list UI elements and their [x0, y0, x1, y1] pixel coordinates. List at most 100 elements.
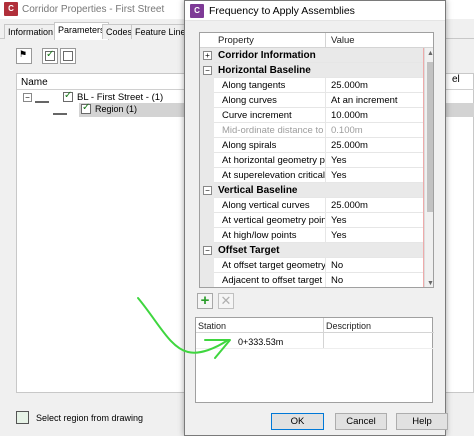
expand-plus-icon[interactable]: +	[203, 51, 212, 60]
property-row[interactable]: At superelevation critical Yes	[200, 168, 424, 183]
property-value[interactable]: No	[331, 260, 343, 271]
scroll-thumb[interactable]	[427, 62, 433, 212]
property-label: Along vertical curves	[222, 200, 310, 211]
category-row[interactable]: + Corridor Information	[200, 48, 424, 63]
ok-button[interactable]: OK	[271, 413, 324, 430]
baseline-icon	[35, 92, 49, 103]
check-all-button[interactable]	[42, 48, 58, 64]
column-divider	[325, 78, 326, 93]
header-description[interactable]: Description	[326, 321, 371, 331]
property-label: At vertical geometry points	[222, 215, 325, 226]
table-row[interactable]: 0+333.53m	[196, 335, 434, 349]
property-value[interactable]: At an increment	[331, 95, 398, 106]
station-value: 0+333.53m	[238, 337, 284, 347]
select-region-icon[interactable]	[16, 411, 29, 424]
property-value[interactable]: Yes	[331, 215, 347, 226]
filter-icon: ⚑	[19, 49, 28, 59]
property-row[interactable]: Along curves At an increment	[200, 93, 424, 108]
property-value[interactable]: 25.000m	[331, 140, 368, 151]
category-row[interactable]: − Vertical Baseline	[200, 183, 424, 198]
add-station-button[interactable]: +	[197, 293, 213, 309]
dialog-titlebar: C Frequency to Apply Assemblies	[185, 1, 445, 21]
row-gutter	[200, 108, 214, 123]
category-row[interactable]: − Horizontal Baseline	[200, 63, 424, 78]
property-value[interactable]: No	[331, 275, 343, 286]
property-value[interactable]: 25.000m	[331, 200, 368, 211]
checkbox-icon	[45, 49, 55, 61]
column-divider	[325, 138, 326, 153]
property-row[interactable]: At vertical geometry points Yes	[200, 213, 424, 228]
scroll-down-icon[interactable]: ▼	[427, 280, 433, 287]
property-value[interactable]: Yes	[331, 170, 347, 181]
header-value[interactable]: Value	[331, 35, 355, 46]
property-label: Mid-ordinate distance to	[222, 125, 324, 136]
collapse-minus-icon[interactable]: −	[203, 66, 212, 75]
column-divider	[325, 198, 326, 213]
frequency-dialog: C Frequency to Apply Assemblies Property…	[184, 0, 448, 436]
row-gutter	[200, 258, 214, 273]
column-divider	[325, 93, 326, 108]
grid-header: Property Value	[200, 33, 433, 48]
category-label: Corridor Information	[218, 50, 316, 61]
delete-station-button[interactable]: ✕	[218, 293, 234, 309]
app-icon: C	[4, 2, 18, 16]
tab-information[interactable]: Information	[4, 24, 58, 39]
row-gutter	[200, 153, 214, 168]
column-divider	[325, 258, 326, 273]
cancel-button[interactable]: Cancel	[335, 413, 387, 430]
property-row[interactable]: Along spirals 25.000m	[200, 138, 424, 153]
scroll-up-icon[interactable]: ▲	[427, 50, 433, 57]
empty-checkbox-icon	[63, 51, 73, 61]
property-label: At superelevation critical	[222, 170, 325, 181]
row-gutter	[200, 228, 214, 243]
status-text: Select region from drawing	[36, 413, 144, 423]
property-label: Along tangents	[222, 80, 286, 91]
row-gutter	[200, 93, 214, 108]
uncheck-all-button[interactable]	[60, 48, 76, 64]
collapse-minus-icon[interactable]: −	[203, 246, 212, 255]
collapse-minus-icon[interactable]: −	[203, 186, 212, 195]
column-divider	[325, 273, 326, 287]
property-value[interactable]: 10.000m	[331, 110, 368, 121]
column-divider	[325, 168, 326, 183]
property-row[interactable]: Mid-ordinate distance to 0.100m	[200, 123, 424, 138]
header-divider[interactable]	[325, 33, 326, 48]
property-row[interactable]: At offset target geometry No	[200, 258, 424, 273]
baseline-checkbox[interactable]	[63, 90, 73, 102]
row-gutter	[200, 168, 214, 183]
property-label: At high/low points	[222, 230, 297, 241]
add-icon: +	[200, 292, 210, 309]
header-property[interactable]: Property	[218, 35, 254, 46]
row-gutter	[200, 198, 214, 213]
region-checkbox[interactable]	[81, 102, 91, 114]
collapse-minus-icon[interactable]: −	[23, 93, 32, 102]
property-row[interactable]: Curve increment 10.000m	[200, 108, 424, 123]
column-divider	[325, 213, 326, 228]
property-label: At offset target geometry	[222, 260, 325, 271]
tab-parameters[interactable]: Parameters	[54, 22, 109, 40]
help-button[interactable]: Help	[396, 413, 448, 430]
column-divider	[325, 123, 326, 138]
property-row[interactable]: Along tangents 25.000m	[200, 78, 424, 93]
category-row[interactable]: − Offset Target	[200, 243, 424, 258]
property-row[interactable]: Adjacent to offset target No	[200, 273, 424, 287]
region-icon	[53, 105, 67, 115]
grid-scrollbar[interactable]: ▲ ▼	[424, 48, 433, 287]
property-row[interactable]: At horizontal geometry p Yes	[200, 153, 424, 168]
property-value[interactable]: 25.000m	[331, 80, 368, 91]
property-grid: Property Value + Corridor Information − Hor…	[199, 32, 434, 288]
property-row[interactable]: Along vertical curves 25.000m	[200, 198, 424, 213]
property-label: At horizontal geometry p	[222, 155, 325, 166]
row-gutter	[200, 123, 214, 138]
property-value[interactable]: 0.100m	[331, 125, 363, 136]
property-label: Adjacent to offset target	[222, 275, 323, 286]
filter-dropdown-button[interactable]: ⚑	[16, 48, 32, 64]
property-row[interactable]: At high/low points Yes	[200, 228, 424, 243]
dialog-title: Frequency to Apply Assemblies	[209, 5, 355, 17]
category-label: Horizontal Baseline	[218, 65, 311, 76]
column-divider	[325, 108, 326, 123]
property-value[interactable]: Yes	[331, 230, 347, 241]
header-station[interactable]: Station	[198, 321, 226, 331]
bg-column-header-fragment: el	[452, 74, 460, 85]
property-value[interactable]: Yes	[331, 155, 347, 166]
